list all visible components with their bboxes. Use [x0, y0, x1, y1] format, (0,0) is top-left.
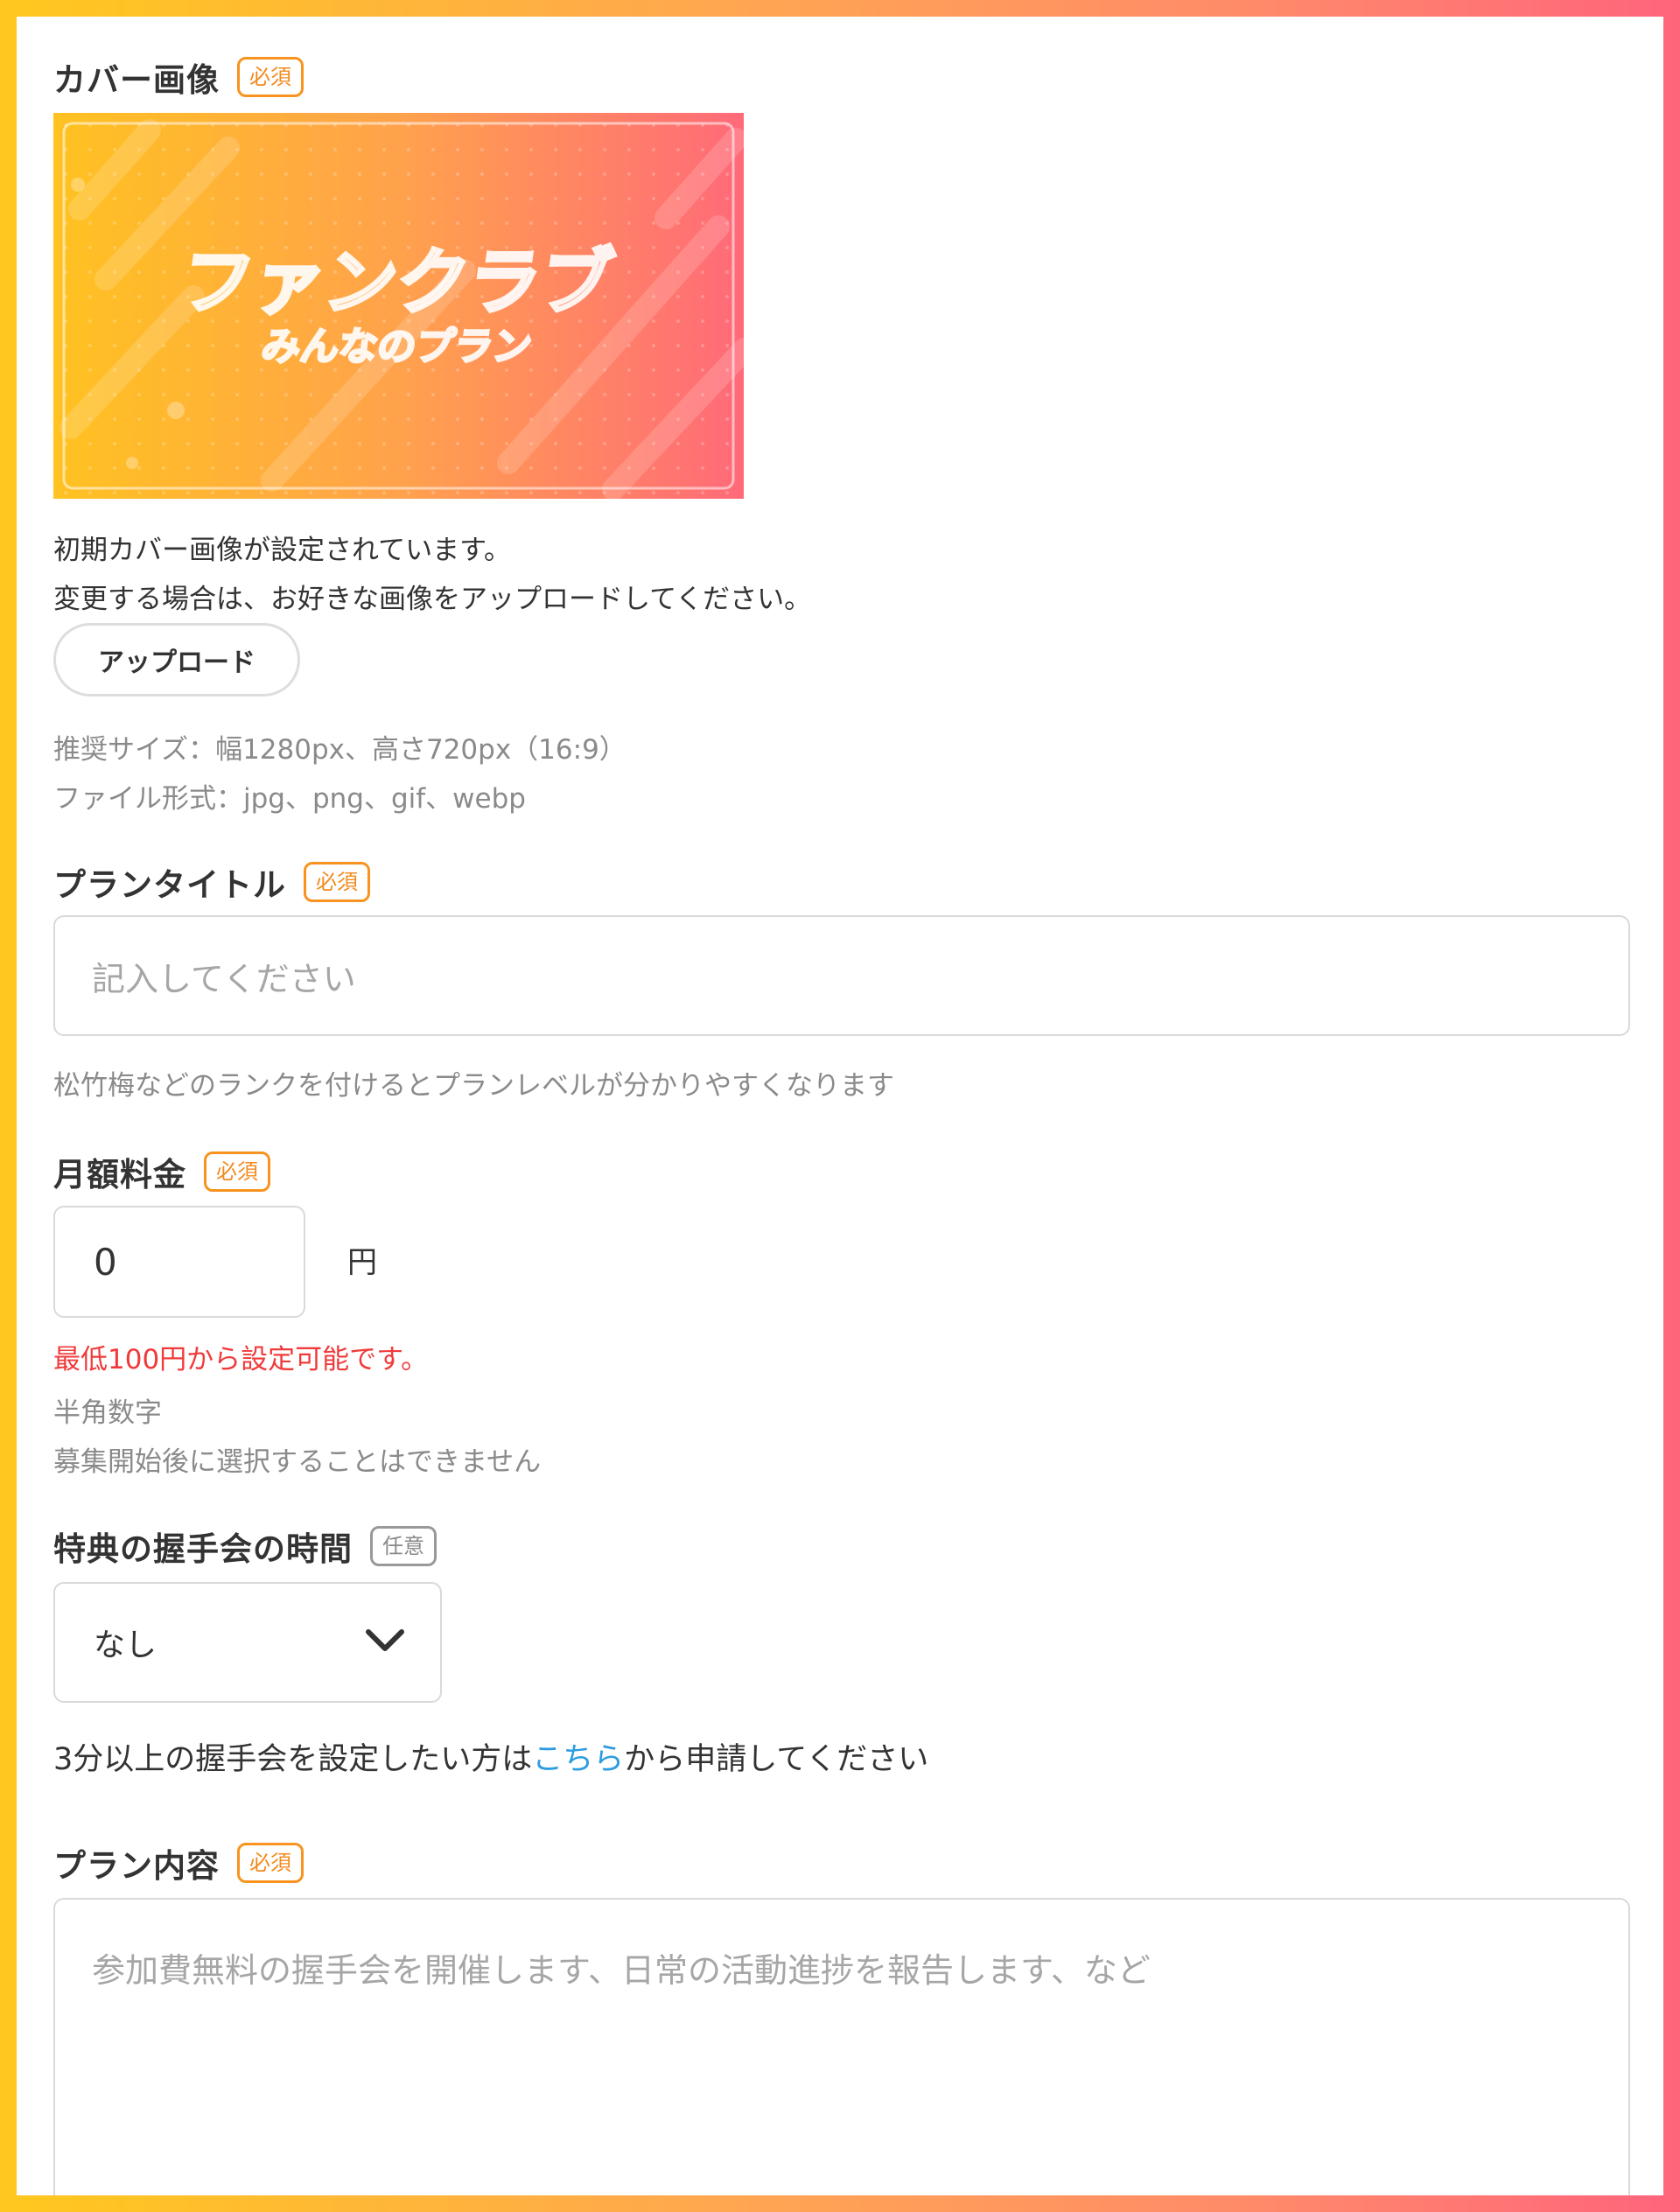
plan-content-placeholder: 参加費無料の握手会を開催します、日常の活動進捗を報告します、など: [92, 1951, 1151, 1990]
handshake-note-after: から申請してください: [624, 1742, 929, 1777]
plan-content-textarea[interactable]: 参加費無料の握手会を開催します、日常の活動進捗を報告します、など: [53, 1898, 1630, 2195]
monthly-fee-value: 0: [94, 1240, 117, 1284]
cover-image-label: カバー画像: [53, 61, 220, 99]
handshake-time-select[interactable]: なし: [53, 1582, 442, 1703]
plan-title-hint: 松竹梅などのランクを付けるとプランレベルが分かりやすくなります: [53, 1070, 894, 1102]
handshake-time-note: 3分以上の握手会を設定したい方はこちらから申請してください: [53, 1740, 928, 1781]
optional-badge: 任意: [370, 1525, 437, 1567]
plan-content-label: プラン内容: [53, 1847, 220, 1885]
required-badge: 必須: [237, 56, 304, 98]
cover-note-line2: 変更する場合は、お好きな画像をアップロードしてください。: [53, 584, 812, 615]
monthly-fee-hint2: 募集開始後に選択することはできません: [53, 1446, 542, 1478]
monthly-fee-unit: 円: [347, 1245, 377, 1280]
apply-link[interactable]: こちら: [532, 1742, 624, 1777]
plan-title-label-row: プランタイトル 必須: [53, 858, 370, 906]
form-panel: カバー画像 必須 ファンクラブ みんなのプラン 初期カバー画像が設定されています…: [17, 17, 1663, 2195]
monthly-fee-label-row: 月額料金 必須: [53, 1148, 270, 1195]
handshake-time-selected: なし: [94, 1628, 158, 1663]
cover-image-preview: ファンクラブ みんなのプラン: [53, 113, 744, 499]
cover-size-hint: 推奨サイズ：幅1280px、高さ720px（16:9）: [53, 734, 626, 766]
cover-note-line1: 初期カバー画像が設定されています。: [53, 535, 511, 566]
required-badge: 必須: [237, 1842, 304, 1884]
plan-title-label: プランタイトル: [53, 866, 286, 904]
monthly-fee-hint1: 半角数字: [53, 1397, 162, 1429]
required-badge: 必須: [304, 861, 370, 903]
plan-title-placeholder: 記入してください: [92, 959, 356, 998]
plan-title-input[interactable]: 記入してください: [53, 915, 1630, 1036]
cover-image-title: ファンクラブ: [176, 242, 618, 325]
monthly-fee-label: 月額料金: [53, 1156, 186, 1194]
cover-format-hint: ファイル形式：jpg、png、gif、webp: [53, 783, 526, 815]
handshake-time-label-row: 特典の握手会の時間 任意: [53, 1522, 437, 1570]
upload-button[interactable]: アップロード: [53, 623, 300, 696]
cover-image-subtitle: みんなのプラン: [259, 325, 535, 369]
handshake-time-label: 特典の握手会の時間: [53, 1530, 353, 1568]
handshake-note-before: 3分以上の握手会を設定したい方は: [53, 1742, 533, 1777]
monthly-fee-error: 最低100円から設定可能です。: [53, 1344, 429, 1376]
cover-image-art: ファンクラブ みんなのプラン: [53, 113, 744, 499]
chevron-down-icon: [365, 1628, 405, 1656]
required-badge: 必須: [204, 1151, 270, 1193]
monthly-fee-input[interactable]: 0: [53, 1206, 305, 1318]
plan-content-label-row: プラン内容 必須: [53, 1839, 304, 1886]
cover-image-label-row: カバー画像 必須: [53, 53, 304, 101]
